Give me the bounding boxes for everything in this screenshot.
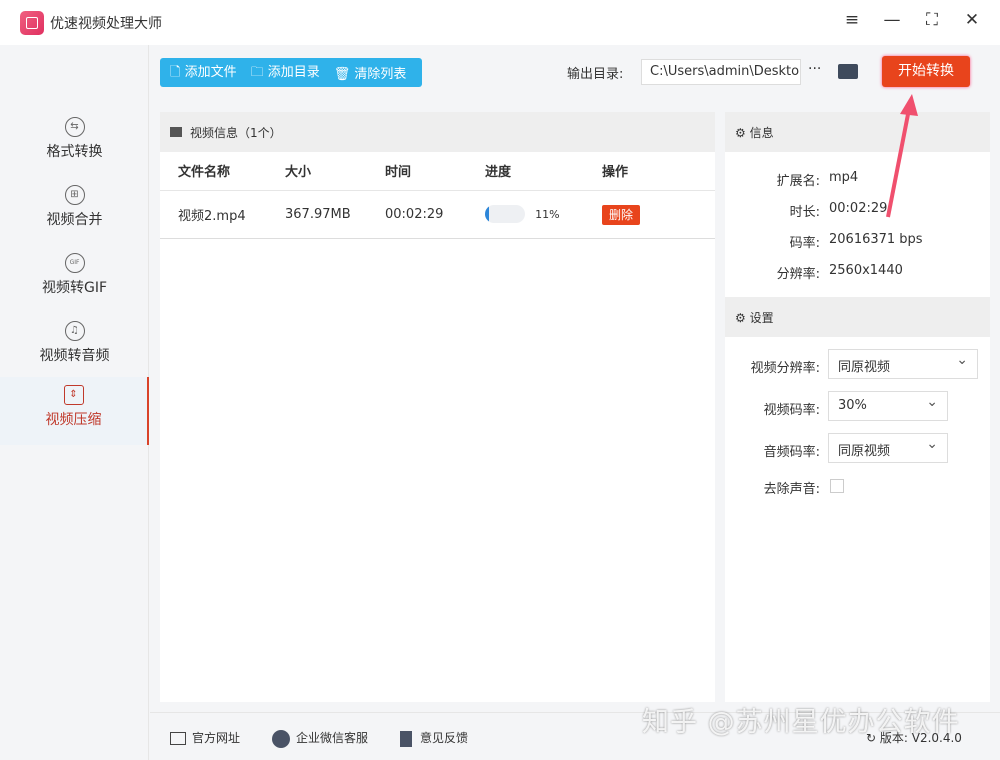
app-logo-icon <box>20 11 44 35</box>
info-key: 分辨率: <box>776 267 820 282</box>
col-action: 操作 <box>584 152 715 191</box>
resolution-label: 视频分辨率: <box>750 361 820 376</box>
file-table: 文件名称 大小 时间 进度 操作 视频2.mp4 367.97MB 00:02:29 1… <box>160 152 715 239</box>
settings-title: 设置 <box>749 311 774 325</box>
start-convert-button[interactable]: 开始转换 <box>882 56 970 87</box>
audio-bitrate-select[interactable]: 同原视频 <box>828 433 948 463</box>
more-button[interactable]: ··· <box>808 61 821 77</box>
sidebar-item-video-to-gif[interactable]: GIF 视频转GIF <box>0 245 149 311</box>
close-button[interactable]: ✕ <box>960 10 984 30</box>
sidebar: ⇆ 格式转换 ⊞ 视频合并 GIF 视频转GIF ♫ 视频转音频 ⇕ 视频压缩 <box>0 45 149 760</box>
output-path-input[interactable]: C:\Users\admin\Desktop <box>641 59 801 85</box>
wechat-label: 企业微信客服 <box>296 731 369 745</box>
add-directory-button[interactable]: 🗀 添加目录 <box>251 61 320 85</box>
sidebar-item-format-convert[interactable]: ⇆ 格式转换 <box>0 109 149 175</box>
bitrate-label: 视频码率: <box>763 403 820 418</box>
mute-label: 去除声音: <box>763 482 820 497</box>
audio-bitrate-label: 音频码率: <box>763 445 820 460</box>
website-icon <box>170 732 186 745</box>
image-icon <box>170 127 182 137</box>
mute-checkbox[interactable] <box>830 479 844 493</box>
gear-icon: ⚙ <box>735 311 750 325</box>
col-size: 大小 <box>267 152 367 191</box>
gear-icon: ⚙ <box>735 126 750 140</box>
annotation-arrow <box>886 94 918 218</box>
wechat-icon <box>272 729 290 748</box>
bitrate-select[interactable]: 30% <box>828 391 948 421</box>
sidebar-item-label: 格式转换 <box>46 144 103 160</box>
minimize-button[interactable]: — <box>880 10 904 30</box>
file-name: 视频2.mp4 <box>160 190 267 239</box>
clear-list-button[interactable]: 🗑 清除列表 <box>334 63 407 82</box>
delete-button[interactable]: 删除 <box>602 204 641 225</box>
sidebar-item-video-compress[interactable]: ⇕ 视频压缩 <box>0 377 149 445</box>
sidebar-item-label: 视频转音频 <box>39 348 110 364</box>
watermark: 知乎 @苏州星优办公软件 <box>642 707 960 738</box>
merge-icon: ⊞ <box>64 185 85 205</box>
sidebar-item-video-merge[interactable]: ⊞ 视频合并 <box>0 177 149 243</box>
file-size: 367.97MB <box>267 190 367 239</box>
info-rows: 扩展名: mp4 时长: 00:02:29 码率: 20616371 bps 分辨率:… <box>725 152 990 297</box>
table-row[interactable]: 视频2.mp4 367.97MB 00:02:29 11% 删除 <box>160 190 715 239</box>
website-label: 官方网址 <box>192 731 241 745</box>
info-resolution: 2560x1440 <box>829 263 903 278</box>
file-list-title: 视频信息（1个） <box>190 126 282 140</box>
col-time: 时间 <box>367 152 467 191</box>
website-link[interactable]: 官方网址 <box>170 729 240 746</box>
wechat-service-link[interactable]: 企业微信客服 <box>272 729 368 748</box>
info-key: 码率: <box>789 236 820 251</box>
convert-icon: ⇆ <box>64 117 85 137</box>
maximize-button[interactable]: ⛶ <box>920 10 944 30</box>
sidebar-item-label: 视频合并 <box>46 212 103 228</box>
audio-icon: ♫ <box>64 321 85 341</box>
add-file-button[interactable]: 🗋 添加文件 <box>170 61 237 85</box>
settings-header: ⚙ 设置 <box>725 297 990 337</box>
sidebar-item-label: 视频转GIF <box>41 280 108 296</box>
col-name: 文件名称 <box>160 152 267 191</box>
feedback-icon <box>400 730 412 747</box>
file-toolbar: 🗋 添加文件 🗀 添加目录 🗑 清除列表 <box>160 58 422 87</box>
col-progress: 进度 <box>467 152 584 191</box>
folder-icon[interactable] <box>838 64 858 79</box>
sidebar-item-video-to-audio[interactable]: ♫ 视频转音频 <box>0 313 149 379</box>
progress-bar <box>485 205 525 223</box>
info-bitrate: 20616371 bps <box>829 232 923 247</box>
menu-icon[interactable]: ≡ <box>840 10 864 30</box>
info-header: ⚙ 信息 <box>725 112 990 152</box>
progress-label: 11% <box>535 207 560 221</box>
file-time: 00:02:29 <box>367 190 467 239</box>
compress-icon: ⇕ <box>63 385 84 405</box>
feedback-label: 意见反馈 <box>420 731 469 745</box>
sidebar-item-label: 视频压缩 <box>45 412 102 428</box>
info-key: 扩展名: <box>776 174 820 189</box>
info-key: 时长: <box>789 205 820 220</box>
file-list-panel: 视频信息（1个） 文件名称 大小 时间 进度 操作 视频2.mp4 367.97MB 0… <box>160 112 715 702</box>
info-panel: ⚙ 信息 扩展名: mp4 时长: 00:02:29 码率: 20616371 bps… <box>725 112 990 702</box>
output-dir-label: 输出目录: <box>567 67 624 82</box>
app-title: 优速视频处理大师 <box>50 16 162 32</box>
info-extension: mp4 <box>829 170 859 185</box>
title-bar: 优速视频处理大师 ≡ — ⛶ ✕ <box>0 0 1000 45</box>
gif-icon: GIF <box>64 253 85 273</box>
info-title: 信息 <box>749 126 774 140</box>
file-list-header: 视频信息（1个） <box>160 112 715 152</box>
info-duration: 00:02:29 <box>829 201 888 216</box>
resolution-select[interactable]: 同原视频 <box>828 349 978 379</box>
feedback-link[interactable]: 意见反馈 <box>400 729 468 747</box>
